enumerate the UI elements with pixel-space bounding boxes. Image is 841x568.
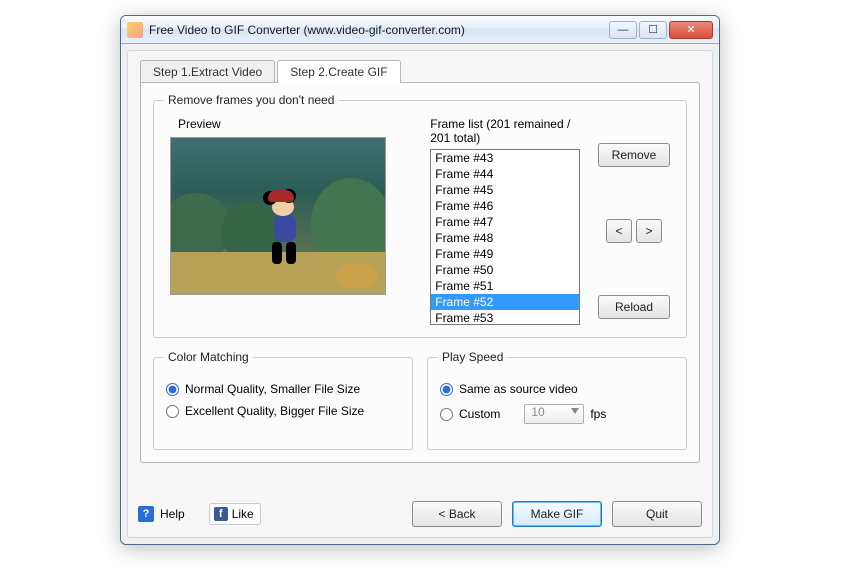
frame-list-item[interactable]: Frame #46 [431, 198, 579, 214]
remove-frames-legend: Remove frames you don't need [164, 93, 338, 107]
tab-step1[interactable]: Step 1.Extract Video [140, 60, 275, 83]
frame-list-item[interactable]: Frame #43 [431, 150, 579, 166]
fps-value: 10 [531, 405, 544, 419]
frame-list-item[interactable]: Frame #50 [431, 262, 579, 278]
radio-same-speed-label: Same as source video [459, 382, 578, 396]
color-matching-legend: Color Matching [164, 350, 253, 364]
prev-frame-button[interactable]: < [606, 219, 632, 243]
play-speed-legend: Play Speed [438, 350, 507, 364]
frame-list-label: Frame list (201 remained / 201 total) [430, 117, 580, 145]
frame-list-item[interactable]: Frame #52 [431, 294, 579, 310]
app-window: Free Video to GIF Converter (www.video-g… [120, 15, 720, 545]
minimize-button[interactable]: — [609, 21, 637, 39]
reload-button[interactable]: Reload [598, 295, 670, 319]
frame-list-item[interactable]: Frame #47 [431, 214, 579, 230]
quit-button[interactable]: Quit [612, 501, 702, 527]
close-button[interactable]: ✕ [669, 21, 713, 39]
frame-list-item[interactable]: Frame #49 [431, 246, 579, 262]
facebook-like-label: Like [232, 507, 254, 521]
titlebar[interactable]: Free Video to GIF Converter (www.video-g… [121, 16, 719, 44]
maximize-button[interactable]: ☐ [639, 21, 667, 39]
help-link[interactable]: Help [160, 507, 185, 521]
frame-list-item[interactable]: Frame #44 [431, 166, 579, 182]
radio-same-speed[interactable]: Same as source video [440, 382, 676, 396]
window-title: Free Video to GIF Converter (www.video-g… [149, 23, 609, 37]
radio-excellent-quality-input[interactable] [166, 405, 179, 418]
radio-normal-quality-label: Normal Quality, Smaller File Size [185, 382, 360, 396]
radio-normal-quality-input[interactable] [166, 383, 179, 396]
client-area: Step 1.Extract Video Step 2.Create GIF R… [127, 50, 713, 538]
radio-custom-speed-label: Custom [459, 407, 500, 421]
make-gif-button[interactable]: Make GIF [512, 501, 602, 527]
fps-dropdown[interactable]: 10 [524, 404, 584, 424]
play-speed-group: Play Speed Same as source video Custom 1… [427, 350, 687, 450]
back-button[interactable]: < Back [412, 501, 502, 527]
frame-list-item[interactable]: Frame #48 [431, 230, 579, 246]
help-icon[interactable]: ? [138, 506, 154, 522]
app-icon [127, 22, 143, 38]
radio-normal-quality[interactable]: Normal Quality, Smaller File Size [166, 382, 402, 396]
radio-custom-speed-input[interactable] [440, 408, 453, 421]
remove-button[interactable]: Remove [598, 143, 670, 167]
preview-label: Preview [178, 117, 430, 131]
facebook-icon: f [214, 507, 228, 521]
remove-frames-group: Remove frames you don't need Preview [153, 93, 687, 338]
next-frame-button[interactable]: > [636, 219, 662, 243]
frame-list-item[interactable]: Frame #51 [431, 278, 579, 294]
tab-panel-step2: Remove frames you don't need Preview [140, 82, 700, 463]
chevron-down-icon [571, 408, 579, 414]
color-matching-group: Color Matching Normal Quality, Smaller F… [153, 350, 413, 450]
frame-list[interactable]: Frame #43Frame #44Frame #45Frame #46Fram… [430, 149, 580, 325]
footer-bar: ? Help f Like < Back Make GIF Quit [138, 501, 702, 527]
radio-custom-speed[interactable]: Custom 10 fps [440, 404, 676, 424]
fps-unit-label: fps [590, 407, 606, 421]
tab-strip: Step 1.Extract Video Step 2.Create GIF [140, 59, 700, 82]
frame-list-item[interactable]: Frame #53 [431, 310, 579, 325]
radio-same-speed-input[interactable] [440, 383, 453, 396]
facebook-like-button[interactable]: f Like [209, 503, 261, 525]
preview-image [170, 137, 386, 295]
tab-step2[interactable]: Step 2.Create GIF [277, 60, 400, 83]
radio-excellent-quality[interactable]: Excellent Quality, Bigger File Size [166, 404, 402, 418]
radio-excellent-quality-label: Excellent Quality, Bigger File Size [185, 404, 364, 418]
frame-list-item[interactable]: Frame #45 [431, 182, 579, 198]
